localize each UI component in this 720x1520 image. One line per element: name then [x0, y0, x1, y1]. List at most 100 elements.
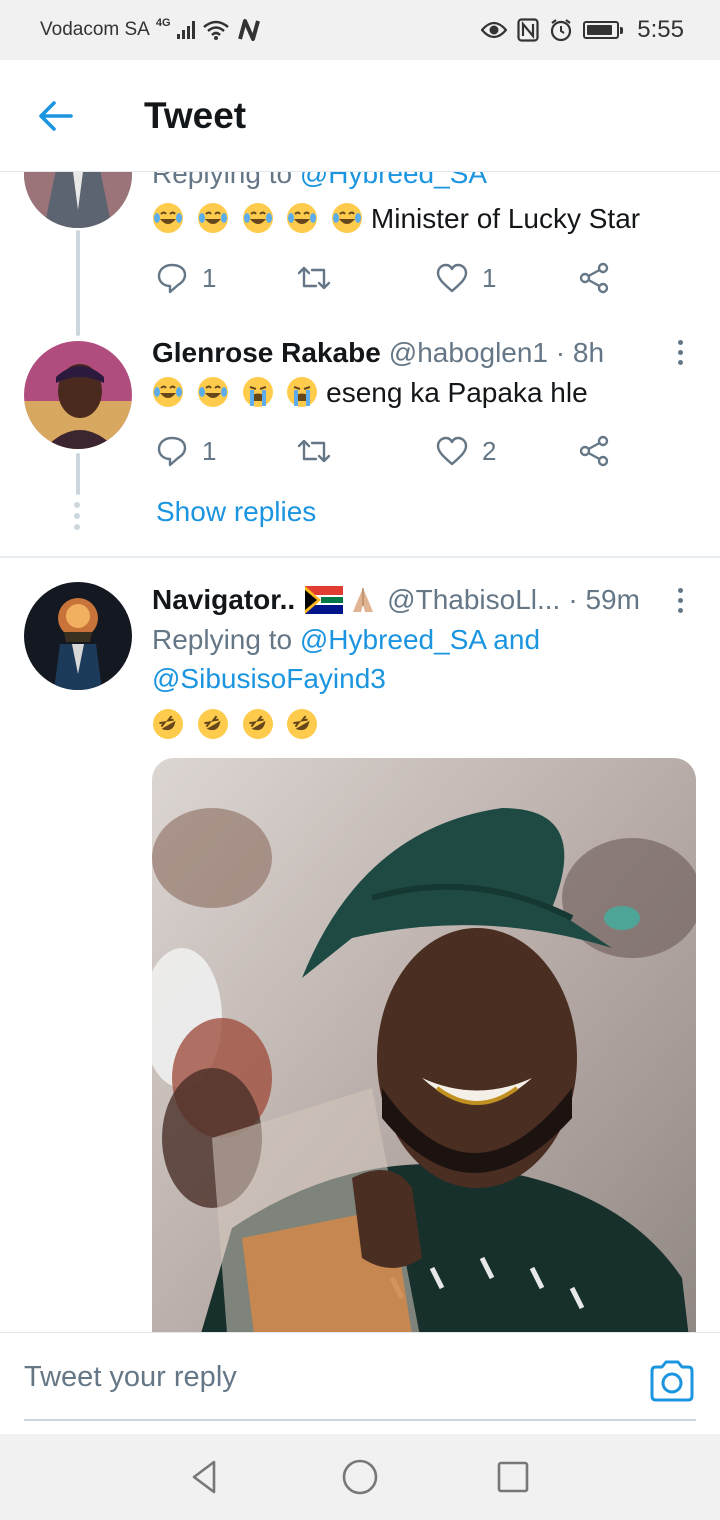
sob-emoji-icon: [287, 377, 318, 407]
carrier-label: Vodacom SA: [40, 19, 150, 40]
replying-to-line-2: @SibusisoFayind3: [152, 663, 386, 695]
reply-composer: [0, 1332, 720, 1434]
tweet-photo[interactable]: [152, 758, 696, 1332]
nfc-n-icon: [237, 19, 260, 41]
network-type: 4G: [155, 17, 171, 29]
camera-button[interactable]: [648, 1359, 696, 1403]
joy-emoji-icon: [242, 203, 273, 233]
recents-square-icon[interactable]: [492, 1456, 534, 1498]
joy-emoji-icon: [197, 203, 228, 233]
replying-to-line: Replying to @Hybreed_SA and: [152, 624, 540, 656]
display-name[interactable]: Glenrose Rakabe: [152, 337, 381, 369]
avatar-image: [24, 582, 132, 690]
camera-icon: [650, 1360, 694, 1402]
eye-icon: [481, 21, 508, 39]
avatar[interactable]: [24, 582, 132, 690]
handle: @ThabisoLl...: [387, 584, 561, 615]
show-replies-link[interactable]: Show replies: [156, 496, 316, 528]
retweet-button[interactable]: [296, 431, 332, 471]
tweet-body: [152, 708, 323, 741]
reply-underline: [24, 1419, 696, 1421]
reply-icon: [157, 263, 187, 294]
reply-button[interactable]: 1: [156, 258, 216, 298]
status-right: 5:55: [481, 16, 684, 44]
like-button[interactable]: 2: [436, 431, 496, 471]
status-left: Vodacom SA 4G: [40, 17, 261, 41]
replying-prefix: Replying to: [152, 624, 293, 655]
tweet-time: · 59m: [568, 584, 640, 615]
like-count: 1: [482, 262, 497, 293]
replying-prefix: Replying to: [152, 172, 293, 189]
wifi-icon: [202, 20, 229, 40]
nfc-icon: [517, 18, 539, 42]
folded-hands-icon: [353, 588, 374, 612]
status-bar: Vodacom SA 4G 5:55: [0, 0, 720, 60]
rofl-emoji-icon: [197, 709, 228, 739]
thread-continuation-dots: [74, 502, 80, 530]
share-icon: [579, 262, 609, 294]
tweet-body: Minister of Lucky Star: [152, 202, 640, 235]
retweet-icon: [297, 439, 331, 463]
tweet-body: eseng ka Papaka hle: [152, 376, 588, 409]
reply-icon: [157, 436, 187, 467]
reply-input[interactable]: [24, 1361, 624, 1394]
handle-and-time: @haboglen1 · 8h: [388, 337, 605, 368]
more-options-button[interactable]: [668, 580, 692, 620]
avatar-image: [24, 172, 132, 228]
flag-za-icon: [305, 586, 344, 614]
tweet-text: eseng ka Papaka hle: [326, 377, 588, 408]
display-name[interactable]: Navigator..: [152, 584, 295, 616]
avatar-image: [24, 341, 132, 449]
avatar[interactable]: [24, 172, 132, 228]
emoji-group: [152, 377, 326, 408]
photo-image: [152, 758, 696, 1332]
like-count: 2: [482, 435, 497, 466]
emoji-joy-group: [152, 203, 371, 234]
reply-count: 1: [202, 435, 217, 466]
joy-emoji-icon: [197, 377, 228, 407]
tweet-feed[interactable]: Replying to @Hybreed_SA Minister of Luck…: [0, 172, 720, 1332]
home-circle-icon[interactable]: [339, 1456, 381, 1498]
retweet-icon: [297, 266, 331, 290]
tweet-actions: 1 2: [152, 431, 632, 471]
joy-emoji-icon: [153, 203, 183, 233]
divider: [0, 556, 720, 558]
tweet-actions: 1 1: [152, 258, 632, 298]
joy-emoji-icon: [287, 203, 318, 233]
system-navigation-bar: [0, 1434, 720, 1520]
thread-line: [76, 230, 80, 336]
share-button[interactable]: [578, 258, 610, 298]
mention-link[interactable]: @Hybreed_SA: [300, 624, 486, 655]
reply-count: 1: [202, 262, 217, 293]
avatar[interactable]: [24, 341, 132, 449]
rofl-emoji-icon: [242, 709, 273, 739]
back-triangle-icon[interactable]: [184, 1456, 226, 1498]
tweet-author-line: Navigator.. @ThabisoLl... · 59m: [152, 584, 640, 616]
retweet-button[interactable]: [296, 258, 332, 298]
share-button[interactable]: [578, 431, 610, 471]
heart-icon: [436, 436, 468, 466]
signal-icon: [176, 21, 195, 39]
like-button[interactable]: 1: [436, 258, 496, 298]
mention-link[interactable]: @Hybreed_SA: [300, 172, 487, 189]
replying-and: and: [493, 624, 541, 655]
heart-icon: [436, 263, 468, 293]
tweet-text: Minister of Lucky Star: [370, 203, 641, 234]
share-icon: [579, 435, 609, 467]
mention-link[interactable]: @SibusisoFayind3: [152, 663, 386, 694]
sob-emoji-icon: [242, 377, 273, 407]
joy-emoji-icon: [332, 203, 363, 233]
tweet-author-line: Glenrose Rakabe @haboglen1 · 8h: [152, 337, 604, 369]
thread-line: [76, 453, 80, 495]
rofl-emoji-icon: [287, 709, 318, 739]
reply-button[interactable]: 1: [156, 431, 216, 471]
joy-emoji-icon: [153, 377, 183, 407]
more-options-button[interactable]: [668, 332, 692, 372]
alarm-icon: [551, 19, 572, 42]
rofl-emoji-icon: [153, 709, 183, 739]
battery-icon: [583, 21, 624, 39]
page-title: Tweet: [144, 94, 247, 136]
replying-to-line: Replying to @Hybreed_SA: [152, 172, 487, 190]
arrow-left-icon: [39, 100, 73, 131]
back-button[interactable]: [26, 86, 86, 146]
